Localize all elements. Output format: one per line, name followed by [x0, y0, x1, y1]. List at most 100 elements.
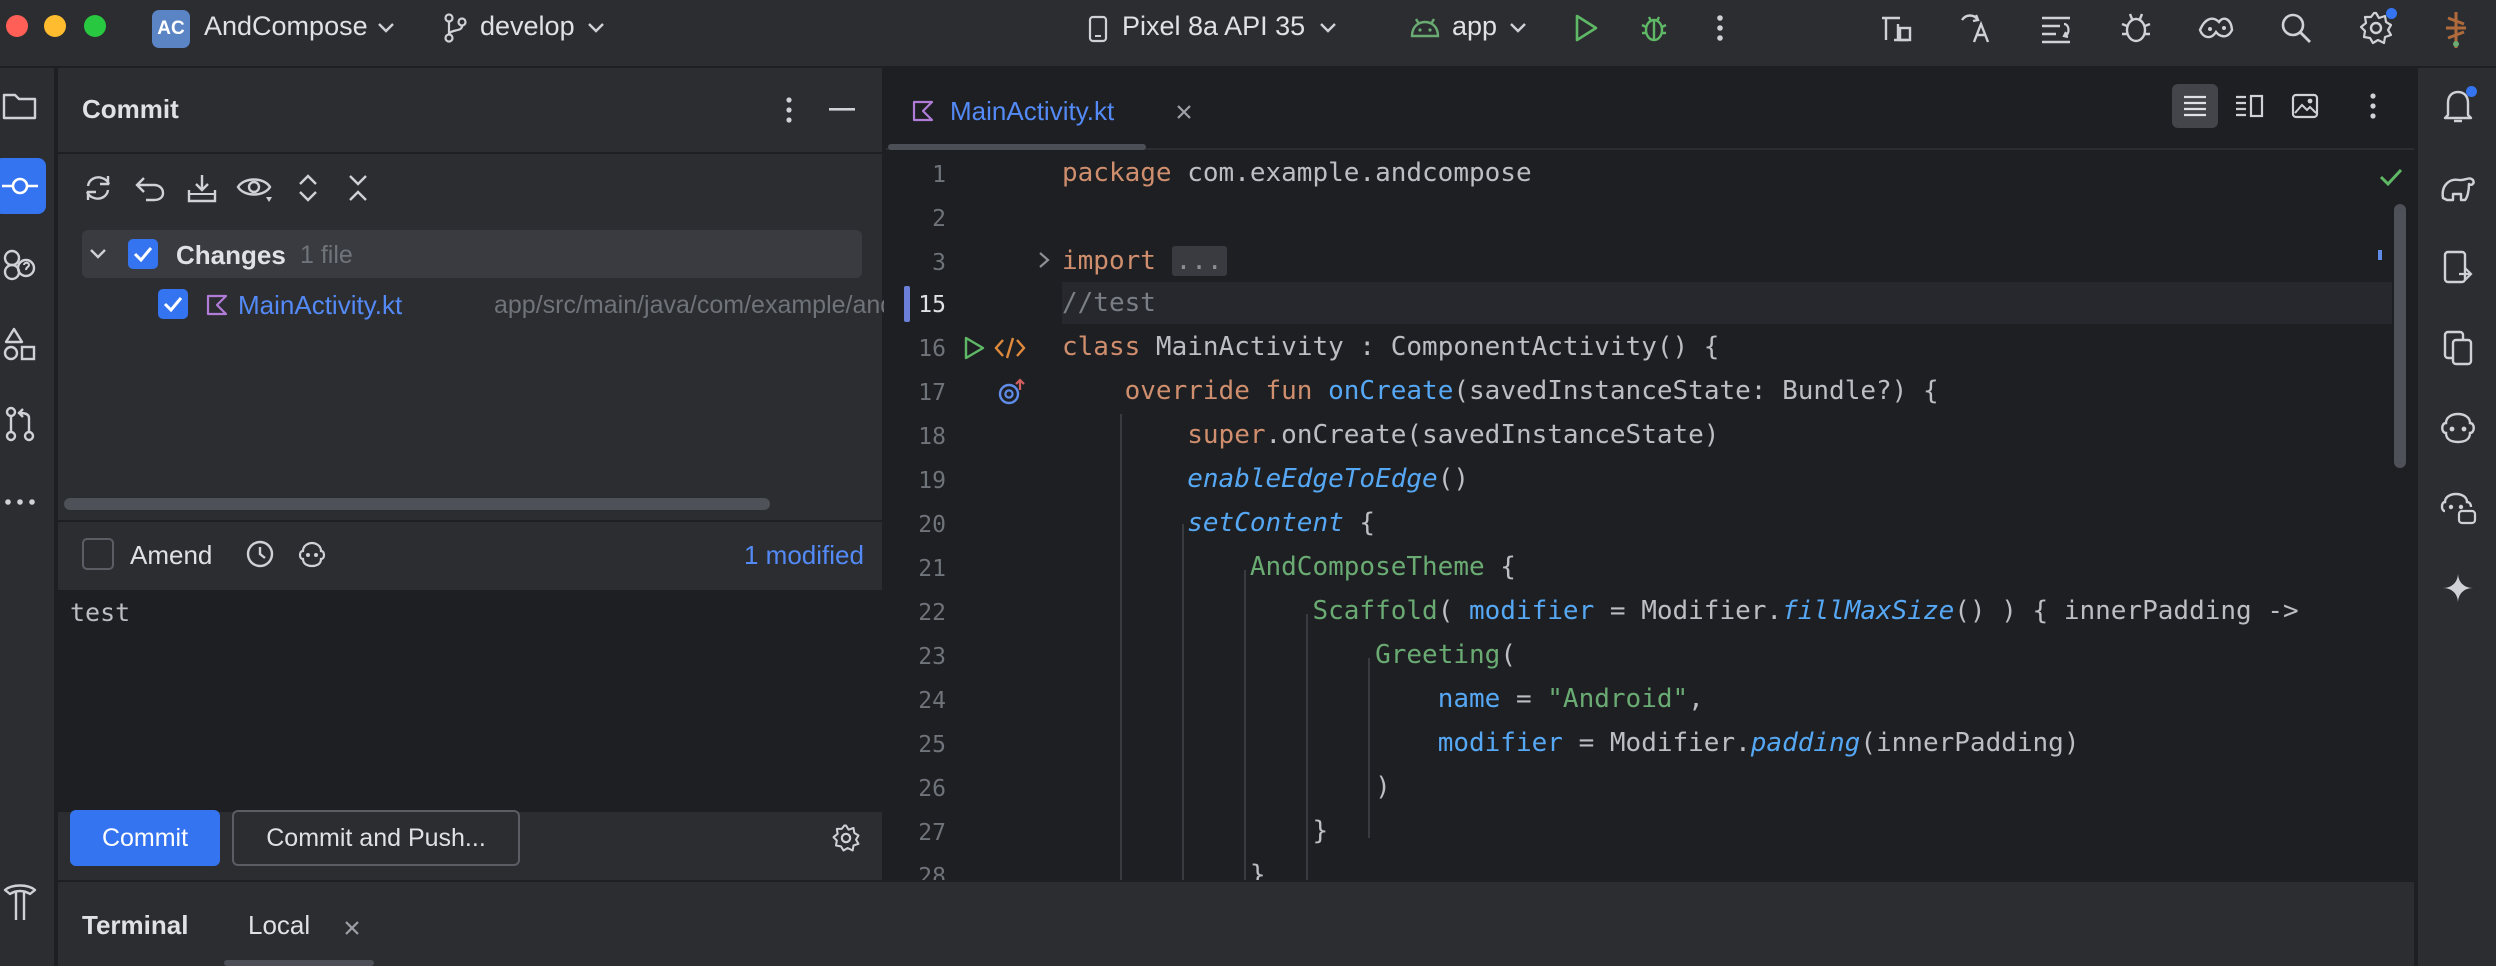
- terminal-tab-local[interactable]: Local: [248, 906, 368, 946]
- options-icon[interactable]: [774, 92, 804, 128]
- minimize-window-button[interactable]: [44, 15, 66, 37]
- file-checkbox[interactable]: [158, 289, 188, 319]
- ai-assist-icon[interactable]: [294, 536, 330, 572]
- commit-icon[interactable]: [0, 158, 46, 214]
- chevron-down-icon: [1318, 20, 1338, 36]
- running-devices-icon[interactable]: [2436, 326, 2480, 370]
- close-tab-icon[interactable]: [340, 916, 364, 940]
- commit-message-field[interactable]: test: [58, 590, 884, 812]
- device-manager-icon[interactable]: [2436, 246, 2480, 290]
- vertical-scrollbar[interactable]: [2394, 204, 2406, 468]
- notifications-icon[interactable]: [2436, 84, 2480, 128]
- more-actions-icon[interactable]: [1706, 10, 1734, 46]
- branch-widget[interactable]: develop: [436, 6, 616, 50]
- close-tab-icon[interactable]: [1172, 100, 1196, 124]
- chevron-down-icon[interactable]: [86, 242, 110, 266]
- changed-file-row[interactable]: MainActivity.kt app/src/main/java/com/ex…: [138, 280, 884, 328]
- amend-checkbox[interactable]: [82, 538, 114, 570]
- code-line-3[interactable]: import ...: [1062, 244, 1227, 278]
- changes-group-row[interactable]: Changes 1 file: [82, 230, 862, 278]
- code-line-26[interactable]: ): [1062, 770, 1391, 804]
- left-tool-strip: [0, 68, 56, 966]
- file-path: app/src/main/java/com/example/andc: [494, 291, 884, 319]
- commit-button[interactable]: Commit: [70, 810, 220, 866]
- line-number: 19: [918, 468, 946, 494]
- line-number: 17: [918, 380, 946, 406]
- code-line-27[interactable]: }: [1062, 814, 1328, 848]
- settings-icon[interactable]: [2356, 8, 2397, 48]
- code-editor: MainActivity.kt 1 2 3 15 16 17 18 19 20 21 22 23 24 2…: [886, 68, 2414, 882]
- gradle-icon[interactable]: [2436, 166, 2480, 210]
- code-line-19[interactable]: enableEdgeToEdge(): [1062, 462, 1469, 496]
- structure-icon[interactable]: [0, 324, 40, 364]
- editor-tab[interactable]: MainActivity.kt: [910, 90, 1191, 134]
- commit-and-push-button[interactable]: Commit and Push...: [232, 810, 520, 866]
- project-widget[interactable]: AC AndCompose: [150, 6, 410, 50]
- code-line-21[interactable]: AndComposeTheme {: [1062, 550, 1516, 584]
- code-view-icon[interactable]: [2172, 84, 2218, 128]
- folded-imports[interactable]: ...: [1171, 246, 1227, 276]
- panel-divider: [58, 152, 884, 154]
- code-line-15[interactable]: //test: [1062, 286, 1156, 320]
- show-diff-icon[interactable]: [234, 168, 276, 208]
- expand-all-icon[interactable]: [288, 168, 328, 208]
- rollback-icon[interactable]: [130, 168, 170, 208]
- editor-tab-bar: MainActivity.kt: [886, 68, 2414, 150]
- shelve-icon[interactable]: [182, 168, 222, 208]
- refresh-icon[interactable]: [78, 168, 118, 208]
- more-icon[interactable]: [0, 482, 40, 522]
- folder-icon[interactable]: [0, 86, 40, 126]
- ai-assistant-icon[interactable]: [2436, 406, 2480, 450]
- update-dot: [2386, 8, 2397, 19]
- changes-checkbox[interactable]: [128, 239, 158, 269]
- code-line-18[interactable]: super.onCreate(savedInstanceState): [1062, 418, 1719, 452]
- project-name: AndCompose: [204, 11, 368, 41]
- layout-inspector-icon[interactable]: [2036, 8, 2076, 48]
- close-window-button[interactable]: [6, 15, 28, 37]
- editor-options-icon[interactable]: [2358, 84, 2388, 128]
- design-view-icon[interactable]: [2282, 84, 2328, 128]
- split-view-icon[interactable]: [2226, 84, 2272, 128]
- run-config-name: app: [1452, 11, 1498, 41]
- code-line-25[interactable]: modifier = Modifier.padding(innerPadding…: [1062, 726, 2080, 760]
- ai-chat-icon[interactable]: [2436, 486, 2480, 530]
- run-icon[interactable]: [1568, 10, 1604, 46]
- device-selector[interactable]: Pixel 8a API 35: [1082, 6, 1342, 50]
- code-line-16[interactable]: class MainActivity : ComponentActivity()…: [1062, 330, 1719, 364]
- code-line-22[interactable]: Scaffold( modifier = Modifier.fillMaxSiz…: [1062, 594, 2298, 628]
- build-icon[interactable]: [0, 880, 40, 924]
- app-inspection-icon[interactable]: [2116, 8, 2156, 48]
- zoom-window-button[interactable]: [84, 15, 106, 37]
- line-number: 1: [932, 162, 946, 188]
- run-gutter-icon[interactable]: [958, 332, 990, 364]
- override-marker-icon[interactable]: [996, 376, 1028, 408]
- code-line-20[interactable]: setContent {: [1062, 506, 1375, 540]
- fold-chevron-icon[interactable]: [1032, 248, 1056, 272]
- android-studio-mascot-icon[interactable]: [2438, 8, 2474, 52]
- code-line-28[interactable]: }: [1062, 858, 1266, 880]
- translate-icon[interactable]: [1956, 8, 1996, 48]
- sdk-manager-icon[interactable]: [1876, 8, 1916, 48]
- code-line-24[interactable]: name = "Android",: [1062, 682, 1704, 716]
- collapse-all-icon[interactable]: [338, 168, 378, 208]
- android-head-icon: [1408, 16, 1442, 40]
- active-tab-indicator: [224, 960, 374, 966]
- android-icon[interactable]: [0, 244, 40, 284]
- device-name: Pixel 8a API 35: [1122, 11, 1306, 41]
- code-line-23[interactable]: Greeting(: [1062, 638, 1516, 672]
- gemini-icon[interactable]: [2436, 566, 2480, 610]
- no-problems-check-icon[interactable]: [2376, 162, 2406, 192]
- compose-preview-icon[interactable]: [992, 332, 1028, 364]
- horizontal-scrollbar[interactable]: [64, 498, 770, 510]
- pull-requests-icon[interactable]: [0, 404, 40, 444]
- hide-panel-icon[interactable]: [824, 92, 860, 128]
- run-config-selector[interactable]: app: [1404, 6, 1534, 50]
- code-line-1[interactable]: package com.example.andcompose: [1062, 156, 1532, 190]
- device-mirroring-icon[interactable]: [2196, 8, 2236, 48]
- code-line-17[interactable]: override fun onCreate(savedInstanceState…: [1062, 374, 1939, 408]
- kotlin-file-icon: [204, 292, 230, 318]
- history-icon[interactable]: [242, 536, 278, 572]
- search-icon[interactable]: [2276, 8, 2316, 48]
- notification-dot: [2466, 86, 2477, 97]
- debug-icon[interactable]: [1636, 10, 1672, 46]
